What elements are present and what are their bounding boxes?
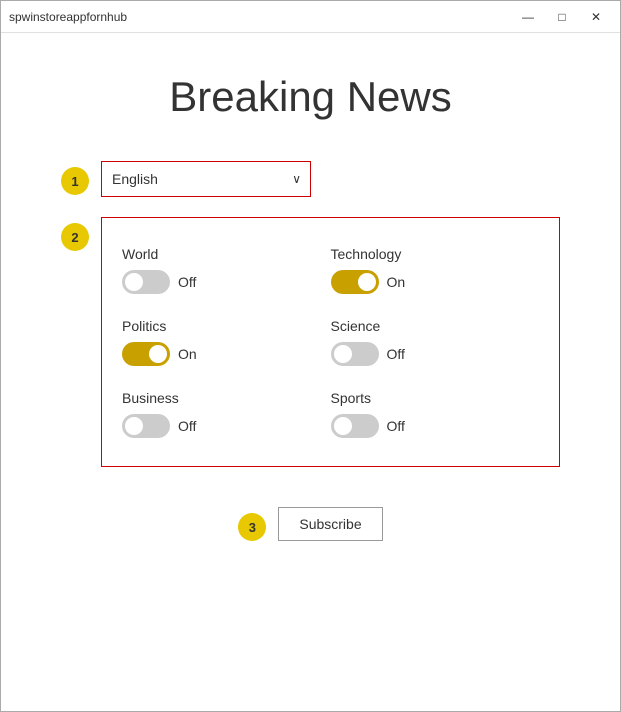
language-select-wrapper[interactable]: English Spanish French German Chinese <box>101 161 311 197</box>
politics-toggle-status: On <box>178 346 197 362</box>
world-toggle-row: Off <box>122 270 331 294</box>
title-bar: spwinstoreappfornhub — □ ✕ <box>1 1 620 33</box>
technology-toggle[interactable] <box>331 270 379 294</box>
science-toggle-status: Off <box>387 346 405 362</box>
category-world-label: World <box>122 246 331 262</box>
category-science: Science Off <box>331 306 540 378</box>
category-business-label: Business <box>122 390 331 406</box>
category-sports-label: Sports <box>331 390 540 406</box>
page-title: Breaking News <box>169 73 451 121</box>
technology-toggle-knob <box>358 273 376 291</box>
sports-toggle-knob <box>334 417 352 435</box>
world-toggle-status: Off <box>178 274 196 290</box>
subscribe-button[interactable]: Subscribe <box>278 507 382 541</box>
main-content: Breaking News 1 English Spanish French G… <box>1 33 620 711</box>
business-toggle-row: Off <box>122 414 331 438</box>
business-toggle-status: Off <box>178 418 196 434</box>
science-toggle-row: Off <box>331 342 540 366</box>
sports-toggle-row: Off <box>331 414 540 438</box>
subscribe-section: 3 Subscribe <box>61 507 560 541</box>
politics-toggle-knob <box>149 345 167 363</box>
sports-toggle[interactable] <box>331 414 379 438</box>
politics-toggle-row: On <box>122 342 331 366</box>
maximize-button[interactable]: □ <box>546 7 578 27</box>
window-title: spwinstoreappfornhub <box>9 10 127 24</box>
world-toggle[interactable] <box>122 270 170 294</box>
science-toggle[interactable] <box>331 342 379 366</box>
business-toggle[interactable] <box>122 414 170 438</box>
close-button[interactable]: ✕ <box>580 7 612 27</box>
minimize-button[interactable]: — <box>512 7 544 27</box>
window-controls: — □ ✕ <box>512 7 612 27</box>
science-toggle-knob <box>334 345 352 363</box>
sports-toggle-status: Off <box>387 418 405 434</box>
business-toggle-knob <box>125 417 143 435</box>
language-content: English Spanish French German Chinese <box>101 161 560 197</box>
language-section: 1 English Spanish French German Chinese <box>61 161 560 197</box>
world-toggle-knob <box>125 273 143 291</box>
categories-section: 2 World Off <box>61 217 560 467</box>
category-politics: Politics On <box>122 306 331 378</box>
category-science-label: Science <box>331 318 540 334</box>
categories-grid: World Off Technology <box>122 234 539 450</box>
technology-toggle-status: On <box>387 274 406 290</box>
app-window: spwinstoreappfornhub — □ ✕ Breaking News… <box>0 0 621 712</box>
badge-2: 2 <box>61 223 89 251</box>
category-world: World Off <box>122 234 331 306</box>
categories-box: World Off Technology <box>101 217 560 467</box>
categories-content: World Off Technology <box>101 217 560 467</box>
category-sports: Sports Off <box>331 378 540 450</box>
category-business: Business Off <box>122 378 331 450</box>
category-technology: Technology On <box>331 234 540 306</box>
badge-1: 1 <box>61 167 89 195</box>
category-technology-label: Technology <box>331 246 540 262</box>
language-select[interactable]: English Spanish French German Chinese <box>101 161 311 197</box>
technology-toggle-row: On <box>331 270 540 294</box>
politics-toggle[interactable] <box>122 342 170 366</box>
badge-3: 3 <box>238 513 266 541</box>
category-politics-label: Politics <box>122 318 331 334</box>
